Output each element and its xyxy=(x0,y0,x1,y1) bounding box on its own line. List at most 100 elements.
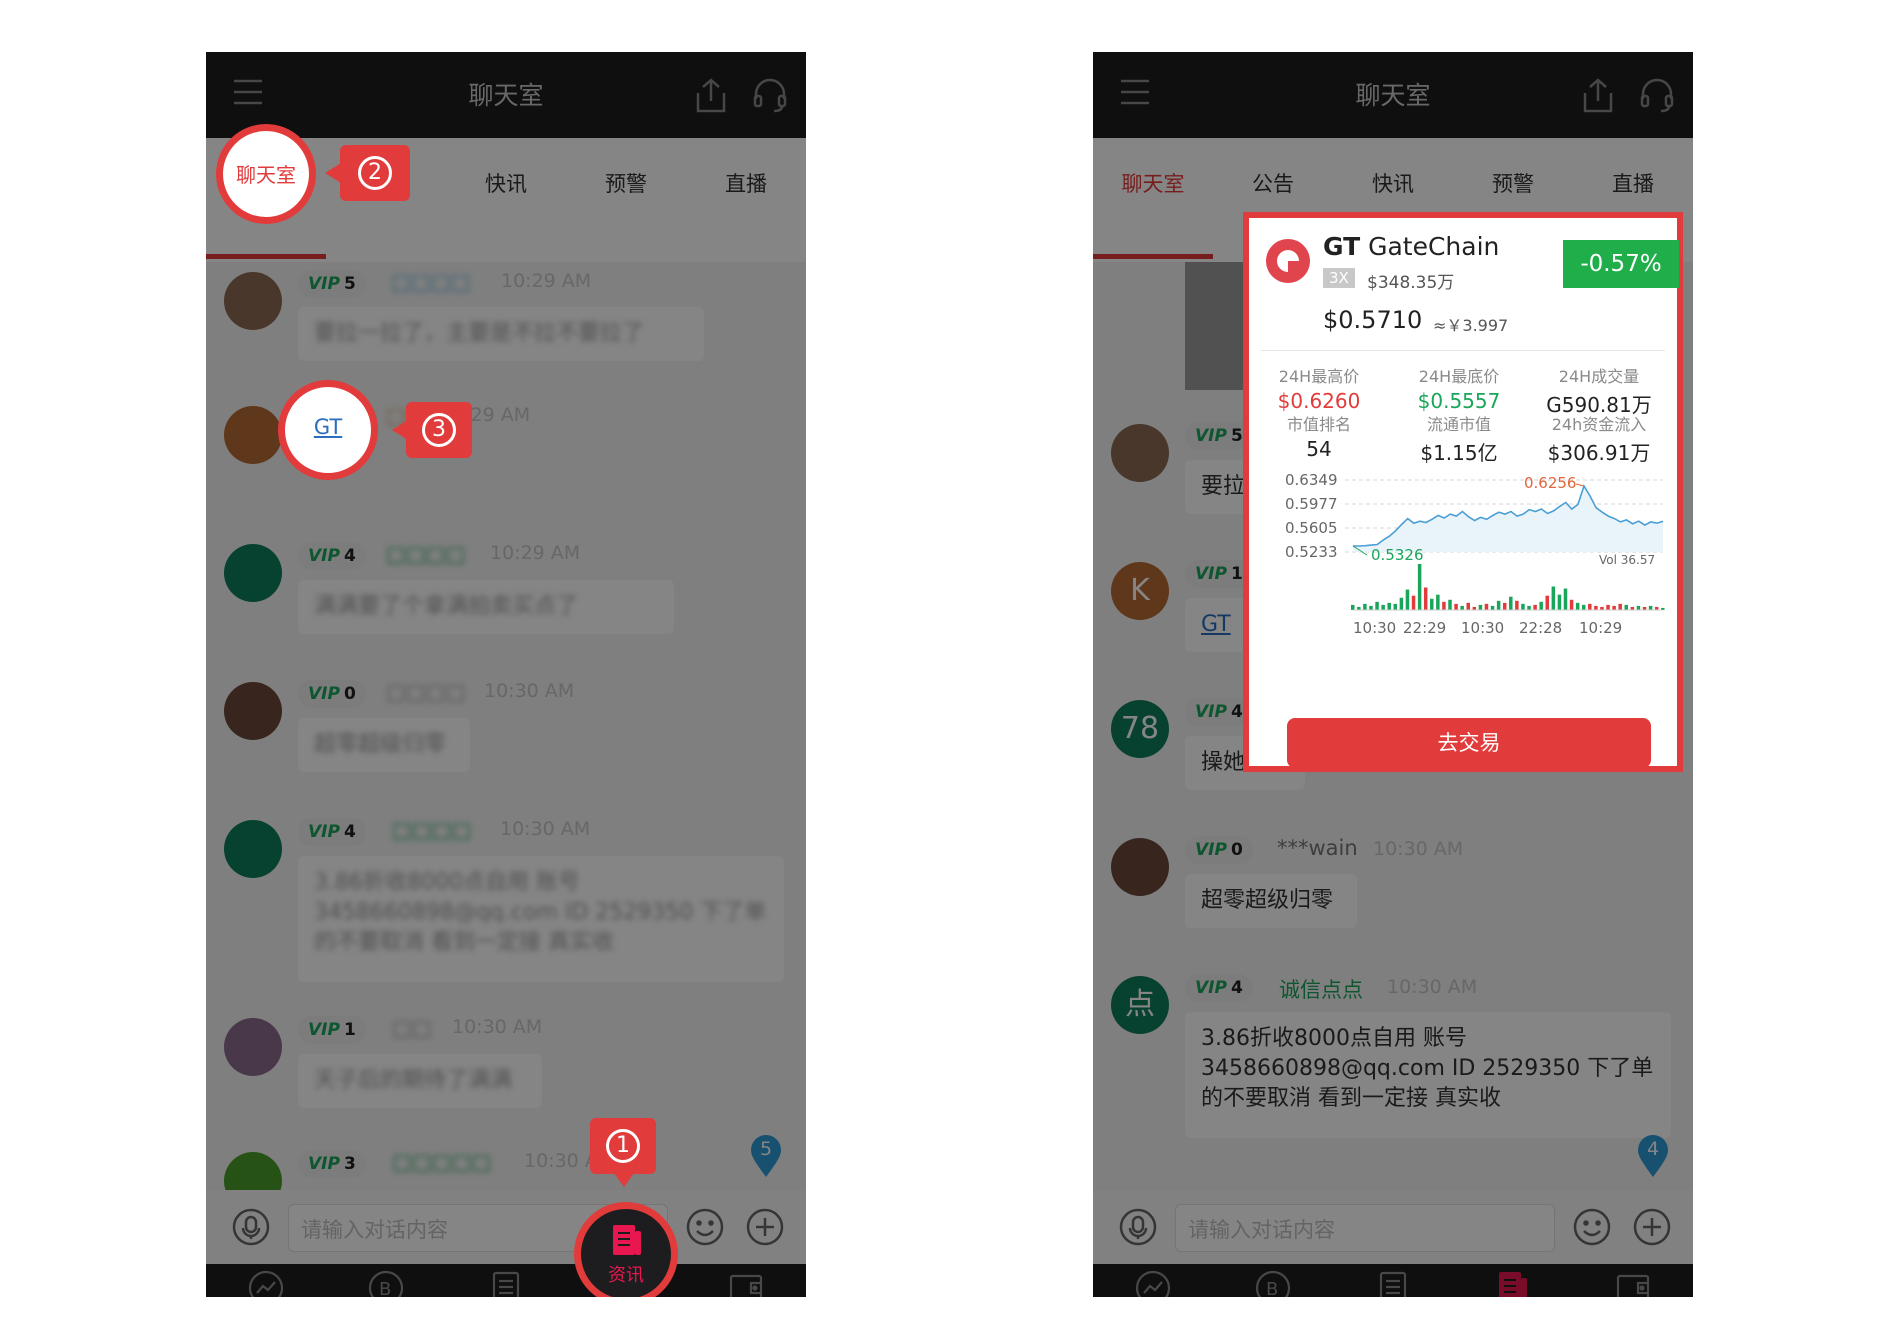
low-price-label: 0.5326 xyxy=(1371,546,1424,564)
plus-icon[interactable] xyxy=(1633,1208,1671,1246)
tab-newsflash[interactable]: 快讯 xyxy=(1333,168,1453,198)
news-icon xyxy=(1499,1272,1527,1297)
shared-image[interactable] xyxy=(1185,262,1245,390)
nav-contract[interactable]: 合约 xyxy=(446,1270,566,1297)
volume-bar xyxy=(1509,596,1513,610)
volume-bar xyxy=(1369,605,1373,610)
tab-live[interactable]: 直播 xyxy=(686,168,806,198)
volume-bar xyxy=(1527,605,1531,610)
news-icon[interactable] xyxy=(611,1223,643,1257)
high-price-label: 0.6256 xyxy=(1524,474,1577,492)
avatar[interactable] xyxy=(1111,838,1169,896)
coin-title: GT GateChain xyxy=(1323,232,1499,261)
avatar[interactable] xyxy=(224,1152,282,1190)
avatar[interactable] xyxy=(224,820,282,878)
avatar[interactable] xyxy=(224,682,282,740)
volume-bar xyxy=(1533,604,1537,610)
microphone-icon[interactable] xyxy=(232,1208,270,1246)
avatar[interactable] xyxy=(224,406,282,464)
timestamp: 10:30 AM xyxy=(484,680,575,702)
y-tick-label: 0.5233 xyxy=(1285,543,1338,561)
message-input[interactable]: 请输入对话内容 xyxy=(1175,1204,1555,1252)
avatar[interactable] xyxy=(224,272,282,330)
nav-market[interactable]: 行情 xyxy=(1093,1270,1213,1297)
step-number: 1 xyxy=(606,1129,640,1163)
active-tab-indicator xyxy=(206,254,326,259)
tab-chatroom[interactable]: 聊天室 xyxy=(1093,168,1213,198)
volume-bar xyxy=(1496,600,1501,610)
nav-spot[interactable]: B 币币 xyxy=(326,1270,446,1297)
emoji-icon[interactable] xyxy=(686,1208,724,1246)
trend-icon xyxy=(248,1270,284,1297)
avatar[interactable] xyxy=(224,544,282,602)
username[interactable]: □□□□ xyxy=(386,680,465,704)
wallet-icon xyxy=(729,1274,763,1297)
nav-wallet[interactable]: 钱包 xyxy=(686,1270,806,1297)
nav-spot[interactable]: B 币币 xyxy=(1213,1270,1333,1297)
vip-badge: VIP 4 xyxy=(298,542,366,570)
vip-badge: VIP 5 xyxy=(298,270,366,298)
username[interactable]: □□□□ xyxy=(386,542,465,566)
tutorial-highlight-chatroom-tab: 聊天室 xyxy=(216,124,316,224)
price-change-badge: -0.57% xyxy=(1563,240,1679,288)
volume-bar xyxy=(1381,604,1385,610)
vip-badge: VIP 1 xyxy=(298,1016,366,1044)
volume-bar xyxy=(1618,603,1622,610)
nav-news[interactable]: 资讯 xyxy=(1453,1270,1573,1297)
headset-icon[interactable] xyxy=(1639,77,1675,113)
nav-contract[interactable]: 合约 xyxy=(1333,1270,1453,1297)
nav-wallet[interactable]: 钱包 xyxy=(1573,1270,1693,1297)
svg-text:B: B xyxy=(1266,1279,1278,1297)
callout-pointer xyxy=(325,163,341,183)
volume-bar xyxy=(1351,604,1355,610)
microphone-icon[interactable] xyxy=(1119,1208,1157,1246)
callout-pointer xyxy=(392,420,408,440)
volume-bar xyxy=(1551,586,1556,610)
nav-market[interactable]: 行情 xyxy=(206,1270,326,1297)
unread-count: 4 xyxy=(1646,1138,1660,1160)
x-tick-label: 10:29 xyxy=(1579,619,1622,637)
username[interactable]: □□□□ xyxy=(391,270,470,294)
avatar[interactable]: 点 xyxy=(1111,976,1169,1034)
username[interactable]: □□ xyxy=(392,1016,432,1040)
avatar[interactable] xyxy=(224,1018,282,1076)
headset-icon[interactable] xyxy=(752,77,788,113)
share-icon[interactable] xyxy=(1581,77,1615,113)
avatar[interactable]: K xyxy=(1111,562,1169,620)
emoji-icon[interactable] xyxy=(1573,1208,1611,1246)
plus-icon[interactable] xyxy=(746,1208,784,1246)
message-bubble: 超零超级归零 xyxy=(298,718,470,772)
x-tick-label: 10:30 xyxy=(1353,619,1396,637)
gt-coin-link[interactable]: GT xyxy=(285,415,371,439)
y-tick-label: 0.5977 xyxy=(1285,495,1338,513)
stat-market-cap-rank: 市值排名 54 xyxy=(1286,415,1351,461)
share-icon[interactable] xyxy=(694,77,728,113)
tab-alerts[interactable]: 预警 xyxy=(1453,168,1573,198)
unread-count: 5 xyxy=(759,1138,773,1160)
tab-alerts[interactable]: 预警 xyxy=(566,168,686,198)
contract-icon xyxy=(1379,1271,1407,1297)
volume-bar xyxy=(1588,603,1592,610)
avatar[interactable]: 78 xyxy=(1111,700,1169,758)
avatar[interactable] xyxy=(1111,424,1169,482)
price-chart[interactable]: 0.6349 0.5977 0.5605 0.5233 0.6256 0.5326 Vol … xyxy=(1249,458,1677,658)
trade-button[interactable]: 去交易 xyxy=(1287,718,1651,768)
stat-24h-volume: 24H成交量 G590.81万 xyxy=(1546,367,1652,417)
bottom-navigation: 行情 B 币币 合约 钱包 xyxy=(206,1264,806,1297)
username[interactable]: □□□□ xyxy=(392,818,471,842)
vip-badge: VIP 4 xyxy=(298,818,366,846)
volume-bar xyxy=(1484,603,1489,610)
tab-announcements[interactable]: 公告 xyxy=(1213,168,1333,198)
volume-bar xyxy=(1539,601,1543,610)
tab-live[interactable]: 直播 xyxy=(1573,168,1693,198)
volume-bar xyxy=(1624,604,1629,610)
tab-newsflash[interactable]: 快讯 xyxy=(446,168,566,198)
volume-bar xyxy=(1648,605,1653,610)
left-phone-screen: 聊天室 聊天室 快讯 预警 直播 VIP5 □□□□ 10:29 AM 要拉一拉… xyxy=(206,52,806,1297)
volume-bar xyxy=(1606,604,1610,610)
username[interactable]: 诚信点点 xyxy=(1279,974,1363,1004)
username[interactable]: ***wain xyxy=(1277,836,1358,860)
nav-news-label: 资讯 xyxy=(608,1265,644,1286)
username[interactable]: □□□□□ xyxy=(392,1150,491,1174)
volume-bar xyxy=(1569,599,1574,610)
